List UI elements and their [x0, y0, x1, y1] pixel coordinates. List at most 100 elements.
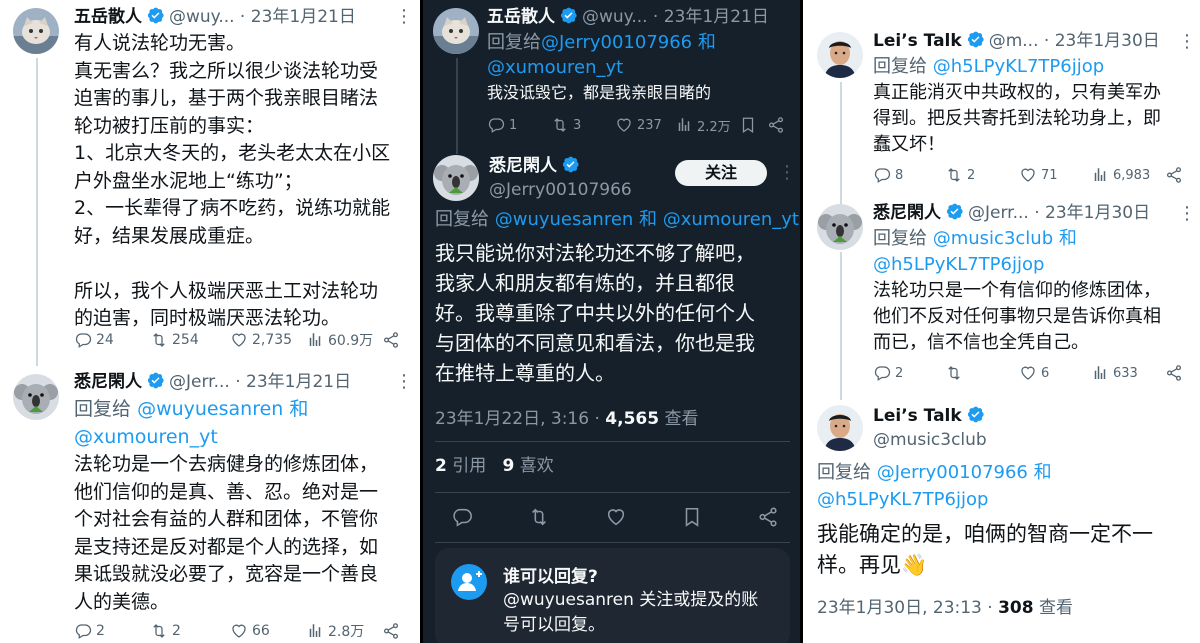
more-options-icon[interactable]: ⋮ — [395, 8, 413, 26]
author-handle[interactable]: @m... — [989, 31, 1039, 51]
avatar[interactable] — [817, 405, 863, 451]
views-button[interactable]: 2.8万 — [306, 621, 364, 641]
author-name[interactable]: Lei’s Talk — [873, 406, 962, 426]
reply-button[interactable]: 1 — [487, 116, 517, 134]
retweet-button[interactable] — [945, 364, 967, 382]
author-name[interactable]: 悉尼閑人 — [873, 203, 941, 223]
panel-thread-middle: 五岳散人 @wuy... · 23年1月21日 回复给@Jerry00107966… — [420, 0, 803, 643]
tweet-date[interactable]: 23年1月30日 — [1055, 31, 1160, 51]
quotes-link[interactable]: 2 引用 — [435, 456, 486, 476]
share-button[interactable] — [382, 622, 400, 640]
mention-link[interactable]: @xumouren_yt — [74, 426, 218, 448]
like-button[interactable]: 237 — [615, 116, 662, 134]
bookmark-button[interactable] — [681, 506, 703, 528]
author-handle[interactable]: @wuy... — [582, 7, 648, 27]
card-text: @wuyuesanren 关注或提及的账 号可以回复。 — [503, 588, 758, 638]
heart-icon — [1019, 364, 1037, 382]
retweet-icon — [150, 622, 168, 640]
mention-link[interactable]: @xumouren_yt — [663, 209, 799, 230]
avatar[interactable] — [433, 8, 479, 54]
mention-link[interactable]: @wuyuesanren — [495, 209, 634, 230]
like-button[interactable]: 6 — [1019, 364, 1049, 382]
reply-and: 和 — [697, 32, 716, 53]
avatar[interactable] — [13, 374, 59, 420]
tweet-line: 好。我尊重除了中共以外的任何个人 — [435, 301, 755, 325]
retweet-button[interactable]: 2 — [945, 166, 975, 184]
like-count: 2,735 — [252, 332, 293, 348]
avatar[interactable] — [817, 32, 863, 78]
author-handle[interactable]: @wuy... — [169, 7, 235, 27]
avatar[interactable] — [817, 204, 863, 250]
reply-button[interactable]: 8 — [873, 166, 903, 184]
more-options-icon[interactable]: ⋮ — [395, 373, 413, 391]
share-button[interactable] — [1165, 364, 1183, 382]
timestamp[interactable]: 23年1月30日, 23:13 · — [817, 598, 998, 618]
avatar[interactable] — [433, 155, 479, 201]
reply-button[interactable]: 24 — [74, 331, 114, 349]
like-button[interactable]: 71 — [1019, 166, 1058, 184]
tweet-date[interactable]: 23年1月30日 — [1045, 203, 1150, 223]
tweet-date[interactable]: 23年1月21日 — [251, 7, 356, 27]
mention-link[interactable]: @h5LPyKL7TP6jjop — [817, 489, 988, 510]
tweet-line: 2、一长辈得了病不吃药，说练功就能 — [74, 197, 391, 219]
more-options-icon[interactable]: ⋮ — [778, 164, 796, 182]
mention-link[interactable]: @music3club — [933, 228, 1053, 249]
likes-link[interactable]: 9 喜欢 — [502, 456, 553, 476]
bookmark-icon — [681, 506, 703, 528]
follow-button[interactable]: 关注 — [675, 160, 767, 186]
retweet-button[interactable]: 254 — [150, 331, 199, 349]
author-handle[interactable]: @Jerr... — [169, 372, 230, 392]
tweet-text: 回复给@Jerry00107966 和 @xumouren_yt 我没诋毁它，都… — [487, 30, 716, 105]
mention-link[interactable]: @h5LPyKL7TP6jjop — [873, 254, 1044, 275]
share-button[interactable] — [757, 506, 779, 528]
more-options-icon[interactable]: ⋮ — [1178, 33, 1196, 51]
reply-button[interactable]: 2 — [74, 622, 105, 640]
views-button[interactable]: 633 — [1091, 364, 1138, 382]
like-button[interactable] — [605, 506, 627, 528]
tweet-line: 1、北京大冬天的，老头老太太在小区 — [74, 142, 391, 164]
views-count: 308 — [998, 598, 1034, 618]
retweet-button[interactable]: 3 — [551, 116, 581, 134]
tweet-text: 回复给 @music3club 和 @h5LPyKL7TP6jjop 法轮功只是… — [873, 226, 1161, 356]
bookmark-button[interactable] — [739, 116, 757, 134]
tweet-date[interactable]: 23年1月21日 — [664, 7, 769, 27]
mention-link[interactable]: @wuyuesanren — [137, 398, 283, 420]
share-button[interactable] — [382, 331, 400, 349]
thread-line — [840, 252, 842, 400]
author-name[interactable]: Lei’s Talk — [873, 31, 962, 51]
retweet-button[interactable] — [528, 506, 550, 528]
author-name[interactable]: 悉尼閑人 — [74, 372, 142, 392]
views-button[interactable]: 2.2万 — [675, 116, 731, 135]
mention-link[interactable]: @Jerry00107966 — [541, 32, 692, 53]
card-line: 号可以回复。 — [503, 615, 605, 635]
author-name[interactable]: 五岳散人 — [487, 7, 555, 27]
views-button[interactable]: 6,983 — [1091, 166, 1150, 184]
like-button[interactable]: 66 — [230, 622, 270, 640]
like-button[interactable]: 2,735 — [230, 331, 292, 349]
tweet-meta: 23年1月22日, 3:16 · 4,565 查看 — [435, 406, 698, 434]
author-handle[interactable]: @Jerry00107966 — [489, 180, 632, 200]
likes-label: 喜欢 — [514, 456, 554, 476]
more-options-icon[interactable]: ⋮ — [1178, 205, 1196, 223]
reply-button[interactable]: 2 — [873, 364, 903, 382]
tweet-line: 蠢又坏！ — [873, 134, 945, 155]
tweet-date[interactable]: 23年1月21日 — [246, 372, 351, 392]
timestamp[interactable]: 23年1月22日, 3:16 · — [435, 409, 605, 429]
author-handle[interactable]: @music3club — [873, 430, 987, 450]
author-name[interactable]: 五岳散人 — [74, 7, 142, 27]
author-name[interactable]: 悉尼閑人 — [489, 156, 557, 176]
views-button[interactable]: 60.9万 — [306, 330, 373, 350]
heart-icon — [615, 116, 633, 134]
mention-link[interactable]: @h5LPyKL7TP6jjop — [933, 56, 1104, 77]
retweet-button[interactable]: 2 — [150, 622, 181, 640]
avatar[interactable] — [13, 8, 59, 54]
reply-button[interactable] — [451, 506, 473, 528]
share-button[interactable] — [767, 116, 785, 134]
share-button[interactable] — [1165, 166, 1183, 184]
verified-badge-icon — [966, 30, 985, 49]
author-handle[interactable]: @Jerr... — [968, 203, 1029, 223]
mention-link[interactable]: @Jerry00107966 — [877, 462, 1028, 483]
reply-context: 回复给 @wuyuesanren 和 @xumouren_yt — [435, 206, 799, 233]
mention-link[interactable]: @xumouren_yt — [487, 57, 623, 78]
quotes-count: 2 — [435, 456, 447, 476]
